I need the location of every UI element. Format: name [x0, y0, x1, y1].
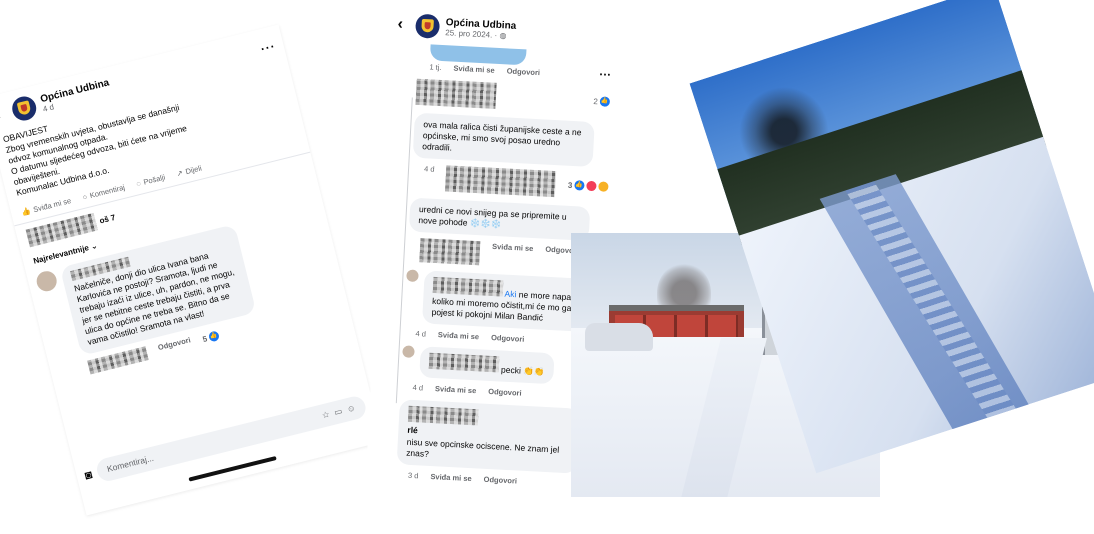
avatar[interactable] [34, 269, 59, 294]
camera-icon[interactable]: ◙ [83, 467, 93, 482]
comment-text: uredni ce novi snijeg pa se pripremite u… [418, 204, 567, 230]
reaction-count: 3 [567, 180, 573, 190]
comment-placeholder: Komentiraj... [105, 452, 155, 474]
redacted-name [407, 405, 479, 426]
like-button[interactable]: Sviđa mi se [438, 330, 480, 341]
reply-button[interactable]: Odgovori [506, 66, 540, 77]
share-button[interactable]: ↗ Dijeli [176, 164, 203, 179]
thumbs-up-icon: 👍 [20, 206, 32, 218]
reply-button[interactable]: Odgovori [483, 475, 517, 486]
redacted-name [415, 78, 497, 109]
comment-age: 4 d [412, 382, 424, 393]
comment-bubble: uredni ce novi snijeg pa se pripremite u… [408, 197, 591, 241]
comment-likes[interactable]: 5 [201, 328, 220, 346]
heart-reaction-icon [586, 180, 597, 192]
redacted-name [419, 238, 481, 266]
left-post-panel: ‹ Općina Udbina 4 d ··· OBAVIJEST Zbog v… [0, 24, 383, 516]
comment-age: 4 d [423, 164, 435, 174]
like-reaction-icon [599, 96, 611, 107]
comment-button[interactable]: ○ Komentiraj [82, 183, 126, 202]
reaction-count: oš 7 [98, 212, 117, 225]
back-arrow-icon[interactable]: ‹ [397, 16, 410, 35]
composer-tools: ☆ ▭ ☺ [321, 402, 357, 421]
comment-text: pecki 👏👏 [500, 364, 545, 377]
comment-icon: ○ [81, 192, 89, 202]
comment-bubble: ova mala ralica čisti županijske ceste a… [412, 112, 595, 168]
haha-reaction-icon [598, 181, 609, 192]
more-options-icon[interactable]: ··· [259, 39, 277, 56]
like-count: 5 [201, 333, 209, 344]
mention-tail[interactable]: ki [510, 289, 517, 299]
more-options-icon[interactable]: ··· [599, 67, 612, 82]
like-reaction-icon [207, 330, 220, 343]
share-label: Dijeli [184, 163, 203, 177]
emoji-icon[interactable]: ☺ [346, 402, 357, 415]
comment-item: rlé nisu sve opcinske ociscene. Ne znam … [366, 394, 602, 479]
redacted-name [428, 352, 500, 373]
comment-bubble: rlé nisu sve opcinske ociscene. Ne znam … [396, 399, 580, 474]
page-logo[interactable] [414, 13, 441, 39]
comment-likes[interactable]: 2 [593, 88, 611, 115]
like-label: Sviđa mi se [32, 196, 73, 215]
reply-button[interactable]: Odgovori [488, 387, 522, 398]
gif-icon[interactable]: ▭ [333, 406, 343, 419]
back-arrow-icon[interactable]: ‹ [0, 104, 9, 124]
avatar[interactable] [406, 269, 419, 283]
date-text: 25. pro 2024. · [445, 28, 500, 40]
comment-label: Komentiraj [88, 182, 126, 201]
home-indicator [187, 456, 277, 482]
redacted-name [445, 165, 557, 198]
comment-bubble: pecki 👏👏 [419, 346, 555, 385]
chevron-down-icon: ⌄ [89, 240, 99, 252]
like-button[interactable]: Sviđa mi se [435, 384, 477, 395]
page-logo[interactable] [9, 93, 39, 124]
like-button[interactable]: Sviđa mi se [430, 472, 472, 483]
comment-age: 1 tj. [429, 62, 442, 72]
messenger-icon: ◌ [135, 178, 142, 189]
share-icon: ↗ [175, 168, 184, 179]
avatar[interactable] [402, 345, 415, 358]
like-button[interactable]: Sviđa mi se [491, 242, 534, 268]
globe-icon: ◍ [499, 30, 507, 41]
like-button[interactable]: Sviđa mi se [453, 64, 495, 75]
post-header: ‹ Općina Udbina 25. pro 2024. · ◍ [389, 4, 623, 52]
comment-age: 3 d [407, 470, 419, 481]
comment-text: ova mala ralica čisti županijske ceste a… [422, 119, 582, 153]
reply-button[interactable]: Odgovori [491, 333, 525, 344]
comment-reactions[interactable]: 3 [567, 172, 609, 200]
send-button[interactable]: ◌ Pošalji [135, 173, 166, 189]
like-reaction-icon [574, 180, 585, 191]
snow-covered-car [585, 323, 653, 351]
redacted-name [432, 276, 504, 297]
comment-age: 4 d [415, 329, 427, 339]
avatar-sticker-icon[interactable]: ☆ [321, 409, 331, 422]
like-count: 2 [593, 96, 599, 106]
send-label: Pošalji [142, 172, 167, 187]
